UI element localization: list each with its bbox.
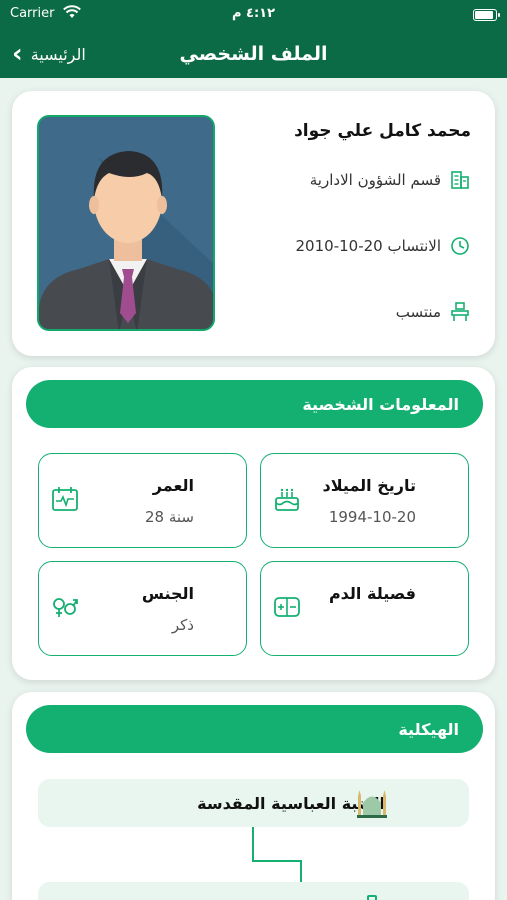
- org-node-root[interactable]: العتبة العباسية المقدسة: [38, 779, 469, 827]
- blood-type-tile: فصيلة الدم: [260, 561, 469, 656]
- profile-card: محمد كامل علي جواد قسم الشؤون الادارية ا…: [12, 91, 495, 356]
- navigation-bar: ‹ الرئيسية الملف الشخصي: [0, 30, 507, 78]
- shrine-icon: [357, 790, 387, 818]
- avatar-icon: [39, 117, 213, 329]
- clock-icon: [451, 237, 469, 255]
- personal-info-header: المعلومات الشخصية: [26, 380, 483, 428]
- age-tile: العمر 28 سنة: [38, 453, 247, 548]
- calendar-pulse-icon: [52, 487, 78, 511]
- gender-label: الجنس: [141, 584, 194, 603]
- briefcase-icon: [367, 895, 377, 900]
- birth-date-label: تاريخ الميلاد: [322, 476, 416, 495]
- org-connector: [252, 827, 302, 862]
- org-node-child[interactable]: [38, 882, 469, 900]
- status-row: منتسب: [396, 301, 471, 323]
- blood-type-icon: [274, 597, 300, 617]
- personal-info-card: المعلومات الشخصية تاريخ الميلاد 1994-10-…: [12, 367, 495, 680]
- department-row: قسم الشؤون الادارية: [310, 169, 471, 191]
- desk-icon: [451, 302, 469, 321]
- profile-photo: [37, 115, 215, 331]
- page-title: الملف الشخصي: [179, 43, 328, 65]
- employee-name: محمد كامل علي جواد: [294, 121, 471, 141]
- gender-icon: [53, 598, 78, 617]
- status-time: ٤:١٢ م: [231, 6, 276, 21]
- birthday-cake-icon: [275, 488, 299, 511]
- gender-value: ذكر: [171, 616, 194, 634]
- birth-date-tile: تاريخ الميلاد 1994-10-20: [260, 453, 469, 548]
- department-text: قسم الشؤون الادارية: [309, 171, 441, 189]
- birth-date-value: 1994-10-20: [328, 508, 416, 526]
- assignment-date-text: الانتساب 20-10-2010: [295, 237, 441, 255]
- battery-icon: [473, 9, 500, 21]
- structure-card: الهيكلية العتبة العباسية المقدسة: [12, 692, 495, 900]
- age-value: 28 سنة: [145, 508, 194, 526]
- structure-header: الهيكلية: [26, 705, 483, 753]
- assignment-date-row: الانتساب 20-10-2010: [296, 235, 471, 257]
- status-text: منتسب: [395, 303, 441, 321]
- blood-type-label: فصيلة الدم: [328, 584, 416, 603]
- status-bar: Carrier ٤:١٢ م: [0, 0, 507, 30]
- age-label: العمر: [152, 476, 194, 495]
- building-icon: [451, 171, 469, 189]
- gender-tile: الجنس ذكر: [38, 561, 247, 656]
